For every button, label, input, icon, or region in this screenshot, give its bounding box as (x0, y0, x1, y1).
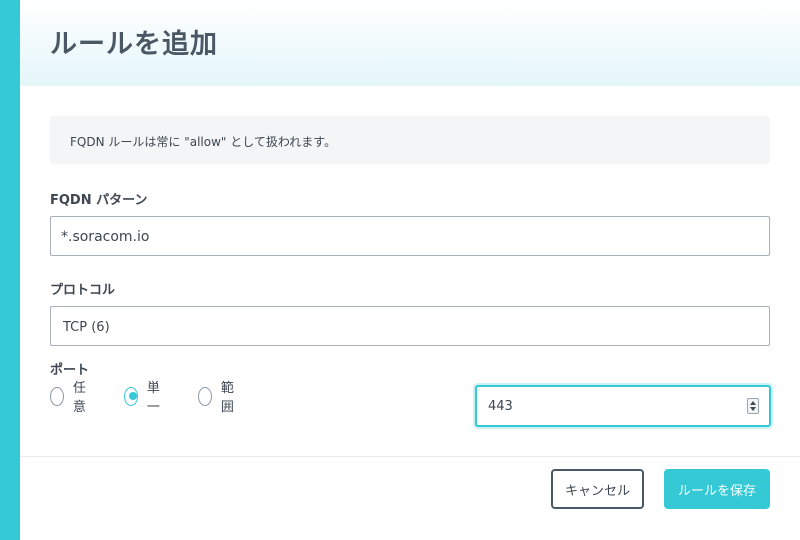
port-label: ポート (50, 363, 90, 378)
cancel-button[interactable]: キャンセル (551, 469, 644, 509)
fqdn-pattern-input[interactable]: *.soracom.io (50, 216, 770, 256)
port-number-value: 443 (488, 399, 513, 414)
save-rule-button[interactable]: ルールを保存 (664, 469, 770, 509)
protocol-label: プロトコル (50, 283, 116, 298)
info-notice: FQDN ルールは常に "allow" として扱われます。 (50, 116, 770, 164)
protocol-select[interactable]: TCP (6) (50, 306, 770, 346)
port-mode-single-label: 単一 (146, 381, 160, 415)
fqdn-pattern-label: FQDN パターン (50, 193, 148, 208)
dialog-header: ルールを追加 (20, 0, 800, 86)
port-mode-single-radio[interactable]: 単一 (124, 381, 165, 415)
dialog-title: ルールを追加 (50, 29, 218, 60)
radio-unchecked-icon (198, 386, 212, 406)
port-mode-any-label: 任意 (72, 381, 86, 415)
info-notice-text: FQDN ルールは常に "allow" として扱われます。 (70, 135, 337, 149)
port-mode-any-radio[interactable]: 任意 (50, 381, 91, 415)
add-rule-dialog: ルールを追加 FQDN ルールは常に "allow" として扱われます。 FQD… (20, 0, 800, 540)
port-mode-range-label: 範囲 (220, 381, 234, 415)
protocol-selected-value: TCP (6) (63, 320, 110, 335)
fqdn-pattern-value: *.soracom.io (61, 229, 150, 245)
port-mode-range-radio[interactable]: 範囲 (198, 381, 239, 415)
number-stepper-icon[interactable] (747, 398, 759, 414)
left-accent-bar (0, 0, 20, 540)
radio-checked-icon (124, 386, 138, 406)
port-number-input[interactable]: 443 (475, 385, 771, 427)
footer-divider (20, 456, 800, 457)
radio-unchecked-icon (50, 386, 64, 406)
